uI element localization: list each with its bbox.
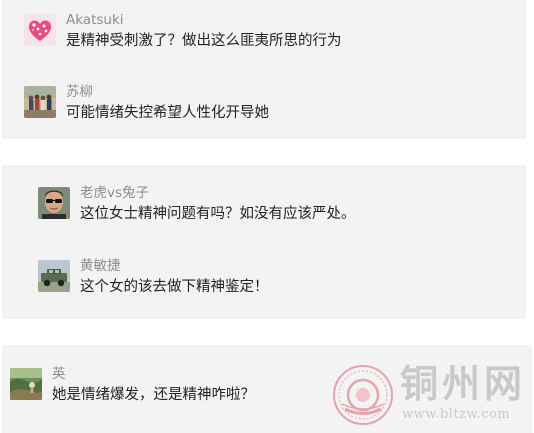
comment-author[interactable]: 黄敏捷 <box>80 257 121 275</box>
comment-text: 她是情绪爆发，还是精神咋啦？ <box>52 387 255 403</box>
landscape-avatar-icon[interactable] <box>10 368 42 400</box>
comment-text: 这位女士精神问题有吗？如没有应该严处。 <box>80 206 356 222</box>
vehicle-avatar-icon[interactable] <box>38 260 70 292</box>
seal-logo-icon <box>332 364 394 426</box>
comment-group-1: Akatsuki 是精神受刺激了？做出这么匪夷所思的行为 苏柳 可能情绪失控希望… <box>2 0 526 139</box>
watermark-site-name: 铜州网 <box>400 361 527 406</box>
site-watermark: 铜州网 www.bltzw.com <box>330 362 530 430</box>
comment-group-2: 老虎vs兔子 这位女士精神问题有吗？如没有应该严处。 黄敏捷 这个女的该去做下精… <box>2 165 526 319</box>
pink-heart-avatar-icon[interactable] <box>24 14 56 46</box>
group-photo-avatar-icon[interactable] <box>24 86 56 118</box>
comment-author[interactable]: 英 <box>52 365 66 383</box>
comment-text: 这个女的该去做下精神鉴定！ <box>80 279 269 295</box>
comment-author[interactable]: 苏柳 <box>66 83 93 101</box>
man-sunglasses-avatar-icon[interactable] <box>38 187 70 219</box>
comment-author[interactable]: 老虎vs兔子 <box>80 184 149 202</box>
comment-text: 可能情绪失控希望人性化开导她 <box>66 105 269 121</box>
comment-author[interactable]: Akatsuki <box>66 11 124 29</box>
watermark-url: www.bltzw.com <box>402 407 511 422</box>
comment-text: 是精神受刺激了？做出这么匪夷所思的行为 <box>66 33 342 49</box>
